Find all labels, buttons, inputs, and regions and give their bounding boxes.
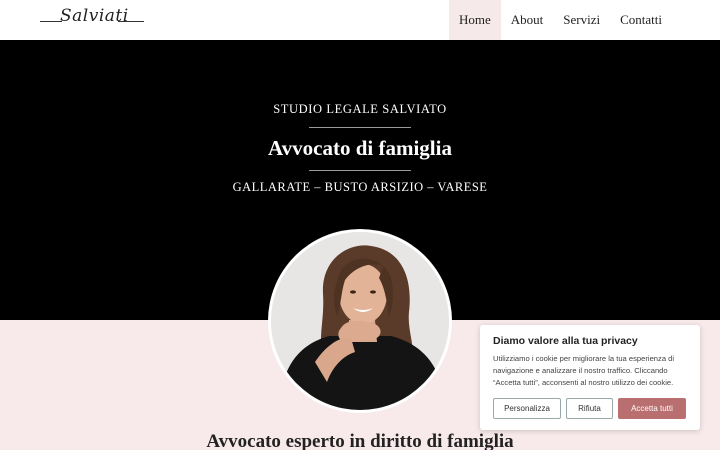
hero-subtitle: STUDIO LEGALE SALVIATO [273,102,447,116]
site-logo[interactable]: Salviati [40,6,144,34]
nav-item-contatti[interactable]: Contatti [610,0,672,40]
logo-wordmark: Salviati [60,6,129,26]
nav-item-home[interactable]: Home [449,0,501,40]
accept-all-button[interactable]: Accetta tutti [618,398,686,419]
customize-button[interactable]: Personalizza [493,398,561,419]
portrait-illustration [271,232,449,410]
section-title: Avvocato esperto in diritto di famiglia [206,431,514,450]
hero-locations: GALLARATE – BUSTO ARSIZIO – VARESE [232,180,488,194]
cookie-title: Diamo valore alla tua privacy [493,335,638,347]
nav-item-about[interactable]: About [501,0,554,40]
hero-divider-bottom [309,170,411,171]
logo-line-right [118,21,144,22]
cookie-consent-banner: Diamo valore alla tua privacy Utilizziam… [480,325,700,430]
logo-line-left [40,21,62,22]
cookie-actions: Personalizza Rifiuta Accetta tutti [493,398,686,419]
hero-divider-top [309,127,411,128]
cookie-text: Utilizziamo i cookie per migliorare la t… [493,354,675,387]
main-nav: Home About Servizi Contatti [449,0,672,40]
portrait-photo [271,232,449,410]
site-header: Salviati Home About Servizi Contatti [0,0,720,40]
nav-item-servizi[interactable]: Servizi [553,0,610,40]
reject-button[interactable]: Rifiuta [566,398,613,419]
lawyer-portrait [268,229,452,413]
hero-title: Avvocato di famiglia [268,136,452,160]
